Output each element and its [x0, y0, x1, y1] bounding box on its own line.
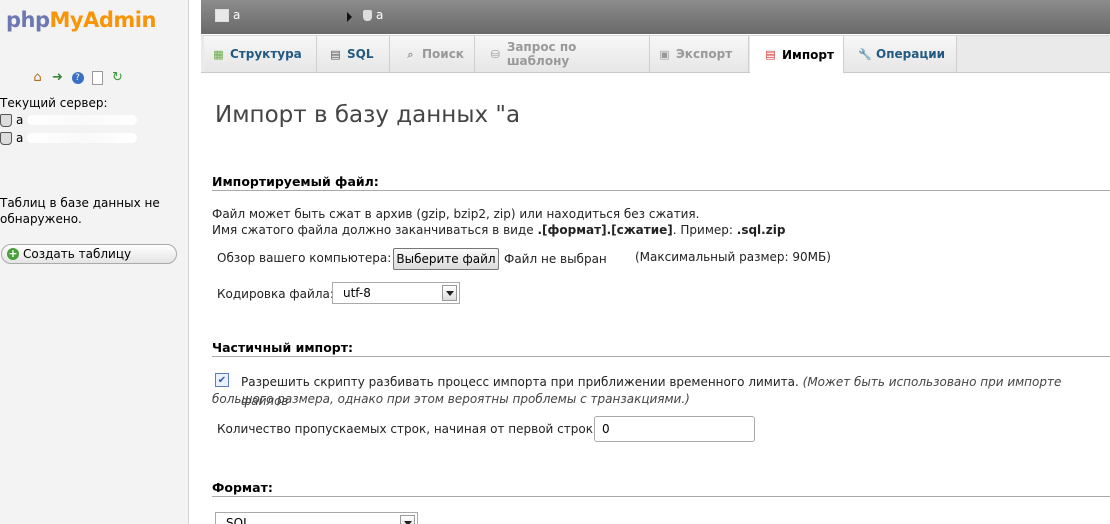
export-icon: ▣ [659, 47, 670, 61]
filename-example: .sql.zip [736, 223, 786, 237]
compression-note: Файл может быть сжат в архив (gzip, bzip… [212, 207, 700, 221]
tab-structure[interactable]: ▦ Структура [204, 36, 317, 72]
server-item[interactable]: a [0, 113, 138, 127]
logo-php-text: php [6, 8, 50, 32]
tab-label: Структура [230, 47, 302, 61]
search-icon: ⌕ [407, 47, 414, 61]
home-icon[interactable]: ⌂ [30, 70, 45, 85]
filename-note-text: Имя сжатого файла должно заканчиваться в… [212, 223, 534, 237]
redacted-area [27, 115, 138, 125]
file-section-heading: Импортируемый файл: [212, 174, 379, 189]
tab-label: Экспорт [676, 47, 733, 61]
max-size-text: (Максимальный размер: 90МБ) [635, 250, 831, 264]
format-section-heading: Формат: [212, 480, 273, 495]
database-icon [363, 9, 372, 21]
divider [212, 356, 1110, 357]
skip-rows-input[interactable]: 0 [594, 416, 755, 442]
breadcrumb-separator-icon [347, 12, 352, 22]
database-item[interactable]: a [0, 131, 138, 145]
tab-label: Импорт [782, 47, 834, 62]
allow-interrupt-checkbox[interactable]: ✔ [215, 373, 229, 387]
tab-operations[interactable]: 🔧 Операции [844, 36, 957, 72]
tab-search[interactable]: ⌕ Поиск [390, 36, 475, 72]
tab-label: Запрос по шаблону [506, 40, 577, 68]
create-table-button[interactable]: + Создать таблицу [1, 244, 177, 264]
sql-icon: ▤ [330, 47, 341, 61]
tab-label: Операции [876, 47, 946, 61]
breadcrumb-server-label: a [233, 8, 241, 22]
charset-label: Кодировка файла: [217, 287, 334, 301]
phpmyadmin-logo[interactable]: phpMyAdmin [6, 8, 156, 32]
filename-note: Имя сжатого файла должно заканчиваться в… [212, 223, 785, 237]
query-icon: ⛁ [490, 47, 501, 61]
charset-select[interactable]: utf-8 [332, 282, 460, 304]
divider [212, 496, 1110, 497]
tab-export[interactable]: ▣ Экспорт [650, 36, 749, 72]
tab-label: Поиск [422, 47, 464, 61]
wrench-icon: 🔧 [858, 47, 872, 61]
database-icon [0, 131, 12, 145]
database-icon [0, 113, 12, 127]
redacted-area [27, 133, 138, 143]
tab-query[interactable]: ⛁ Запрос по шаблону [475, 36, 650, 72]
reload-icon[interactable]: ↻ [110, 70, 125, 85]
allow-interrupt-note-cont: большого размера, однако при этом вероят… [212, 392, 690, 406]
chevron-down-icon [400, 515, 415, 524]
tab-label: SQL [347, 47, 374, 61]
tab-bar: ▦ Структура ▤ SQL ⌕ Поиск ⛁ Запрос по ша… [201, 35, 1110, 73]
database-item-label: a [16, 131, 24, 145]
filename-format: .[формат].[сжатие] [537, 223, 673, 237]
import-icon: ▤ [765, 48, 776, 61]
chevron-down-icon [442, 285, 457, 301]
charset-select-value: utf-8 [343, 286, 371, 300]
format-select-value: SQL [226, 516, 250, 524]
no-tables-message: Таблиц в базе данных не обнаружено. [0, 196, 160, 226]
skip-rows-label: Количество пропускаемых строк, начиная о… [217, 422, 605, 436]
divider [212, 190, 1110, 191]
server-icon [215, 8, 229, 22]
add-icon: + [7, 247, 19, 260]
breadcrumb: a a [201, 0, 1110, 34]
tab-sql[interactable]: ▤ SQL [317, 36, 390, 72]
example-label: . Пример: [672, 223, 733, 237]
page-title: Импорт в базу данных "a [215, 102, 521, 128]
breadcrumb-database[interactable]: a [363, 8, 383, 22]
create-table-label: Создать таблицу [23, 247, 132, 261]
nav-icon-bar: ⌂ ➜ ? ↻ [30, 70, 125, 85]
partial-section-heading: Частичный импорт: [212, 340, 353, 355]
tab-import[interactable]: ▤ Импорт [750, 36, 844, 73]
choose-file-button[interactable]: Выберите файл [393, 248, 499, 270]
current-server-label: Текущий сервер: [0, 96, 108, 110]
breadcrumb-server[interactable]: a [215, 8, 240, 22]
allow-interrupt-note-line2: большого размера, однако при этом вероят… [212, 392, 690, 406]
format-select[interactable]: SQL [215, 512, 418, 524]
help-icon[interactable]: ? [70, 70, 85, 85]
exit-icon[interactable]: ➜ [50, 70, 65, 85]
structure-icon: ▦ [213, 47, 224, 61]
docs-icon[interactable] [90, 70, 105, 85]
browse-label: Обзор вашего компьютера: [217, 251, 392, 265]
allow-interrupt-text: Разрешить скрипту разбивать процесс импо… [241, 375, 799, 389]
server-item-label: a [16, 113, 24, 127]
navigation-frame: phpMyAdmin ⌂ ➜ ? ↻ Текущий сервер: a a Т… [0, 0, 189, 524]
breadcrumb-database-label: a [376, 8, 384, 22]
main-frame: a a ▦ Структура ▤ SQL ⌕ Поиск ⛁ Запрос п… [201, 0, 1110, 524]
logo-myadmin-text: MyAdmin [49, 8, 157, 32]
no-file-text: Файл не выбран [504, 252, 607, 266]
